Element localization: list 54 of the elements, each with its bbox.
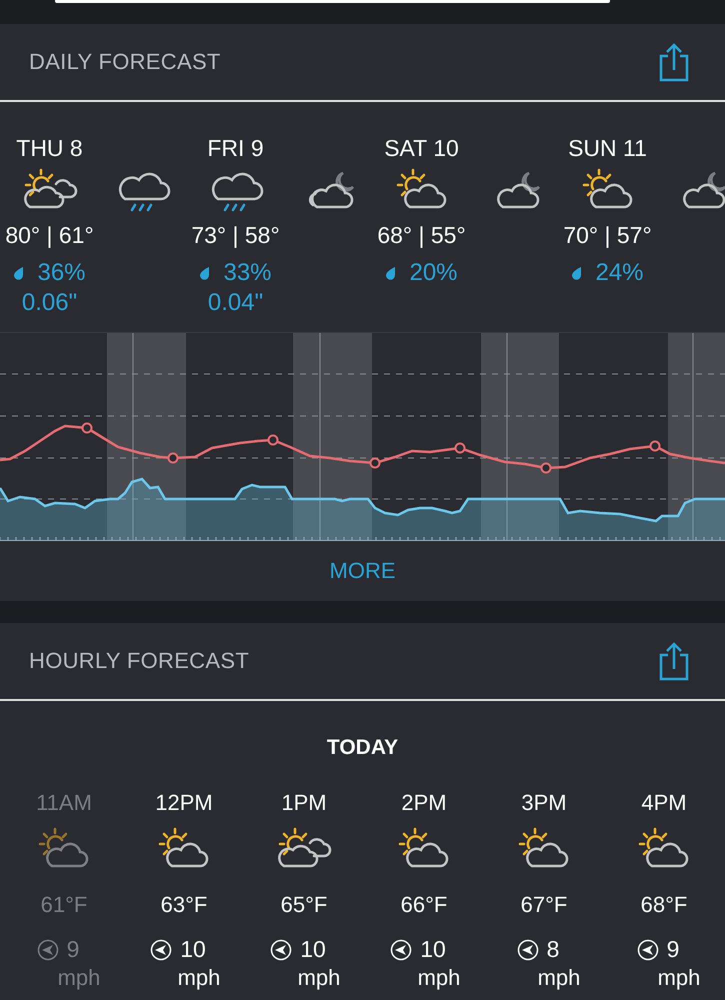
hour-label: 12PM — [155, 790, 213, 816]
raindrop-icon — [571, 266, 584, 280]
section-title: HOURLY FORECAST — [29, 648, 250, 674]
hour-temperature: 67°F — [520, 892, 568, 918]
wind-direction-icon — [516, 938, 539, 960]
hour-temperature: 65°F — [280, 892, 328, 918]
wind-unit: mph — [298, 965, 340, 991]
wind-speed: 8 — [546, 936, 560, 963]
wind-direction-icon — [636, 938, 659, 960]
precipitation-chance: 36% — [37, 259, 86, 287]
temperature-range: 80° | 61° — [5, 222, 94, 249]
precipitation-amount: 0.04" — [208, 289, 264, 317]
wind-speed: 10 — [420, 936, 446, 963]
wind-direction-icon — [270, 938, 292, 960]
wind-unit: mph — [538, 965, 580, 991]
wind-unit: mph — [178, 965, 220, 991]
wind-direction-icon — [36, 938, 59, 960]
temperature-range: 70° | 57° — [563, 222, 652, 249]
precipitation-amount: 0.06" — [22, 289, 78, 317]
precipitation-chance: 24% — [595, 259, 644, 287]
hour-label: 3PM — [521, 790, 567, 816]
wind-direction-icon — [390, 938, 412, 960]
hour-temperature: 61°F — [40, 892, 88, 918]
precipitation-chance: 33% — [223, 259, 272, 287]
hour-label: 11AM — [36, 790, 92, 816]
day-label: SUN 11 — [567, 135, 648, 163]
wind-speed: 10 — [300, 936, 326, 963]
wind-unit: mph — [418, 965, 460, 991]
precipitation-chance: 20% — [409, 259, 458, 287]
wind-unit: mph — [658, 965, 700, 991]
temperature-range: 68° | 55° — [377, 222, 466, 249]
raindrop-icon — [385, 266, 398, 280]
wind-unit: mph — [58, 965, 100, 991]
hour-temperature: 68°F — [640, 892, 688, 918]
wind-direction-icon — [150, 938, 172, 960]
share-icon[interactable] — [657, 641, 691, 681]
day-label: SAT 10 — [383, 135, 460, 163]
hour-label: 2PM — [401, 790, 447, 816]
day-label: FRI 9 — [206, 135, 265, 163]
hour-temperature: 63°F — [160, 892, 208, 918]
wind-speed: 9 — [66, 936, 80, 963]
hour-label: 1PM — [281, 790, 327, 816]
share-icon[interactable] — [657, 42, 691, 82]
more-button[interactable]: MORE — [322, 554, 404, 588]
day-heading: TODAY — [326, 736, 398, 760]
hour-label: 4PM — [641, 790, 687, 816]
wind-speed: 9 — [666, 936, 680, 963]
raindrop-icon — [13, 266, 26, 280]
section-title: DAILY FORECAST — [29, 49, 221, 75]
day-label: THU 8 — [15, 135, 84, 163]
wind-speed: 10 — [180, 936, 206, 963]
temperature-range: 73° | 58° — [191, 222, 280, 249]
hour-temperature: 66°F — [400, 892, 448, 918]
raindrop-icon — [199, 266, 212, 280]
